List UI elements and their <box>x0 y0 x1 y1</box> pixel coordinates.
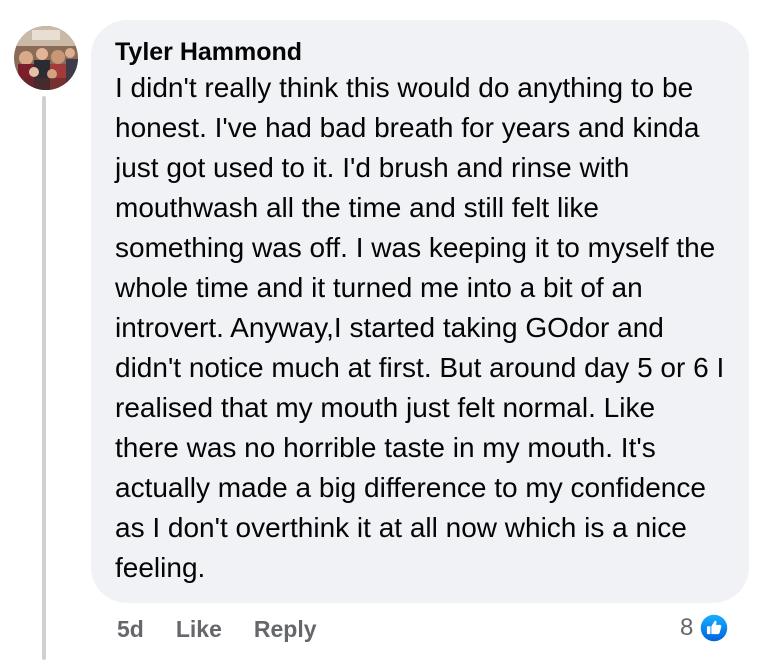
thread-line <box>42 96 46 660</box>
comment-bubble: Tyler Hammond I didn't really think this… <box>91 20 749 603</box>
thumbs-up-icon <box>697 611 732 645</box>
reaction-summary[interactable]: 8 <box>680 610 732 646</box>
comment-text: I didn't really think this would do anyt… <box>115 72 725 583</box>
comment-actions: 5d Like Reply <box>117 612 349 646</box>
like-button[interactable]: Like <box>176 616 222 643</box>
avatar[interactable] <box>14 26 78 90</box>
author-name[interactable]: Tyler Hammond <box>115 38 725 66</box>
reply-button[interactable]: Reply <box>254 616 317 643</box>
comment-timestamp[interactable]: 5d <box>117 616 144 643</box>
profile-photo-icon <box>14 26 78 90</box>
reaction-count: 8 <box>680 614 694 641</box>
